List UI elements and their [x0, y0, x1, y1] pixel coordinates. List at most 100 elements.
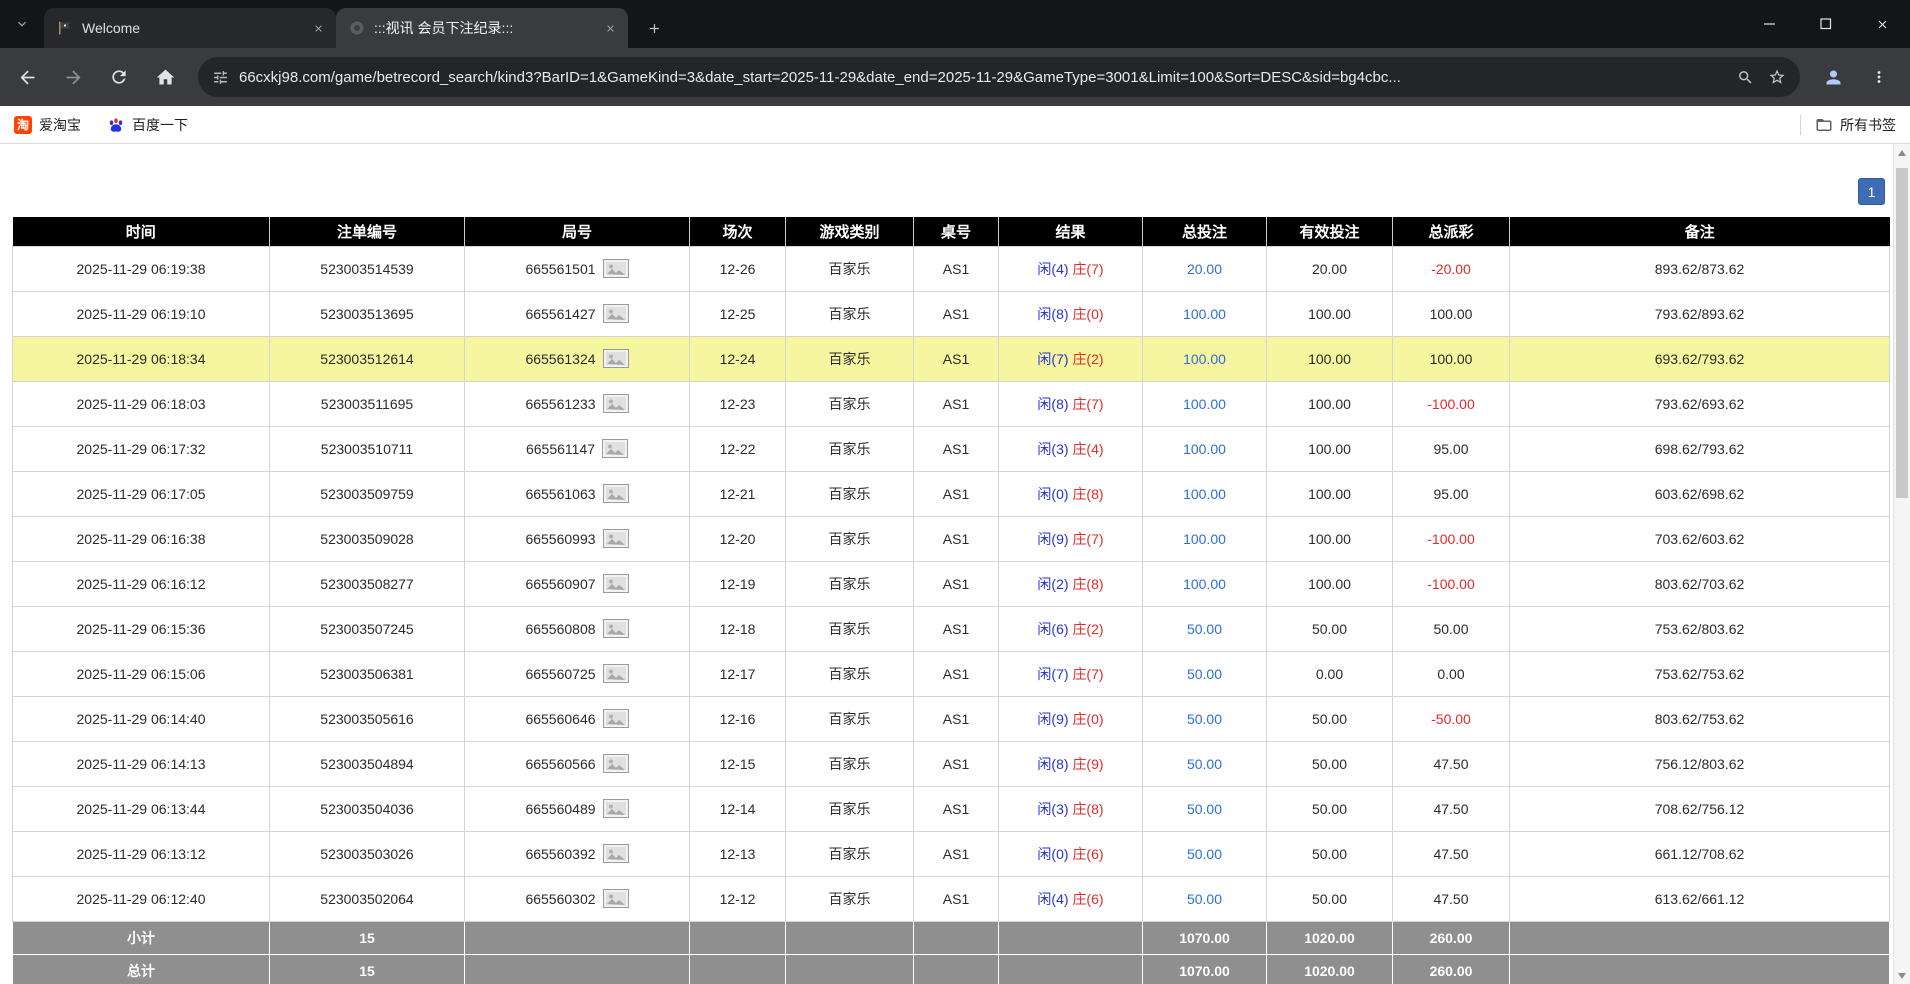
tab-close-icon[interactable] [308, 18, 328, 38]
refresh-icon[interactable] [98, 56, 140, 98]
cell-round: 665561233 [465, 381, 690, 426]
round-image-icon[interactable] [603, 484, 629, 503]
minimize-button[interactable] [1742, 0, 1798, 48]
total-bet-link[interactable]: 50.00 [1187, 846, 1222, 862]
total-bet-link[interactable]: 100.00 [1183, 531, 1226, 547]
cell-valid-bet: 50.00 [1267, 831, 1393, 876]
scroll-down-button[interactable] [1894, 967, 1910, 984]
cell-total-bet: 50.00 [1143, 606, 1267, 651]
cell-result: 闲(9) 庄(0) [999, 696, 1143, 741]
cell-time: 2025-11-29 06:16:12 [13, 561, 270, 606]
payout-value: 47.50 [1433, 846, 1468, 862]
cell-total-bet: 100.00 [1143, 426, 1267, 471]
round-image-icon[interactable] [603, 799, 629, 818]
cell-round: 665561501 [465, 246, 690, 291]
round-image-icon[interactable] [603, 259, 629, 278]
round-image-icon[interactable] [603, 754, 629, 773]
home-icon[interactable] [144, 56, 186, 98]
scroll-up-button[interactable] [1894, 144, 1910, 161]
cell-session: 12-22 [690, 426, 786, 471]
table-footer: 小计151070.001020.00260.00总计151070.001020.… [13, 921, 1890, 984]
cell-payout: 100.00 [1393, 336, 1510, 381]
total-bet-link[interactable]: 100.00 [1183, 306, 1226, 322]
round-image-icon[interactable] [603, 394, 629, 413]
result-player: 闲(8) [1037, 756, 1068, 772]
total-bet-link[interactable]: 20.00 [1187, 261, 1222, 277]
cell-table-no: AS1 [914, 606, 999, 651]
total-bet-link[interactable]: 100.00 [1183, 396, 1226, 412]
cell-remark: 793.62/693.62 [1510, 381, 1890, 426]
total-bet-link[interactable]: 50.00 [1187, 801, 1222, 817]
round-image-icon[interactable] [602, 439, 628, 458]
round-image-icon[interactable] [603, 304, 629, 323]
forward-icon[interactable] [52, 56, 94, 98]
cell-result: 闲(7) 庄(7) [999, 651, 1143, 696]
round-image-icon[interactable] [603, 349, 629, 368]
cell-round: 665560646 [465, 696, 690, 741]
total-bet-link[interactable]: 50.00 [1187, 666, 1222, 682]
result-banker: 庄(6) [1072, 891, 1103, 907]
total-bet-link[interactable]: 100.00 [1183, 486, 1226, 502]
cell-round: 665561147 [465, 426, 690, 471]
cell-total-bet: 20.00 [1143, 246, 1267, 291]
scrollbar-thumb[interactable] [1896, 168, 1908, 498]
tab-close-icon[interactable] [600, 18, 620, 38]
cell-total-bet: 50.00 [1143, 651, 1267, 696]
total-bet-link[interactable]: 50.00 [1187, 756, 1222, 772]
table-row: 2025-11-29 06:12:40523003502064665560302… [13, 876, 1890, 921]
total-bet-link[interactable]: 100.00 [1183, 441, 1226, 457]
cell-result: 闲(6) 庄(2) [999, 606, 1143, 651]
vertical-scrollbar[interactable] [1893, 144, 1910, 984]
tab-welcome[interactable]: Welcome [44, 8, 336, 48]
bookmark-baidu[interactable]: 百度一下 [107, 115, 188, 135]
cell-bet-id: 523003506381 [270, 651, 465, 696]
navigation-toolbar: 66cxkj98.com/game/betrecord_search/kind3… [0, 48, 1910, 106]
table-row: 2025-11-29 06:16:12523003508277665560907… [13, 561, 1890, 606]
browser-window: Welcome :::视讯 会员下注纪录::: [0, 0, 1910, 984]
round-image-icon[interactable] [603, 529, 629, 548]
column-header: 备注 [1510, 217, 1890, 246]
round-image-icon[interactable] [603, 889, 629, 908]
site-info-icon[interactable] [212, 69, 229, 86]
cell-result: 闲(3) 庄(8) [999, 786, 1143, 831]
address-bar[interactable]: 66cxkj98.com/game/betrecord_search/kind3… [198, 57, 1800, 97]
chevron-down-icon[interactable] [0, 0, 44, 48]
total-bet-link[interactable]: 100.00 [1183, 576, 1226, 592]
round-image-icon[interactable] [603, 844, 629, 863]
payout-value: 47.50 [1433, 756, 1468, 772]
cell-table-no: AS1 [914, 291, 999, 336]
cell-game-type: 百家乐 [786, 336, 914, 381]
profile-icon[interactable] [1812, 56, 1854, 98]
total-bet-link[interactable]: 50.00 [1187, 891, 1222, 907]
cell-valid-bet: 50.00 [1267, 786, 1393, 831]
tab-betrecord[interactable]: :::视讯 会员下注纪录::: [336, 8, 628, 48]
total-bet-link[interactable]: 100.00 [1183, 351, 1226, 367]
cell-payout: 95.00 [1393, 426, 1510, 471]
cell-total-bet: 100.00 [1143, 516, 1267, 561]
cell-time: 2025-11-29 06:17:32 [13, 426, 270, 471]
bookmark-taobao[interactable]: 淘 爱淘宝 [14, 115, 81, 135]
round-image-icon[interactable] [603, 574, 629, 593]
pagination-page-1[interactable]: 1 [1858, 178, 1885, 205]
all-bookmarks-button[interactable]: 所有书签 [1815, 115, 1896, 135]
bookmark-star-icon[interactable] [1768, 68, 1786, 86]
cell-table-no: AS1 [914, 651, 999, 696]
round-image-icon[interactable] [603, 709, 629, 728]
result-player: 闲(3) [1037, 441, 1068, 457]
cell-payout: -20.00 [1393, 246, 1510, 291]
new-tab-button[interactable] [634, 8, 674, 48]
maximize-button[interactable] [1798, 0, 1854, 48]
total-bet-link[interactable]: 50.00 [1187, 621, 1222, 637]
round-image-icon[interactable] [603, 619, 629, 638]
cell-payout: 47.50 [1393, 831, 1510, 876]
total-bet-link[interactable]: 50.00 [1187, 711, 1222, 727]
zoom-icon[interactable] [1737, 69, 1754, 86]
footer-payout: 260.00 [1393, 954, 1510, 984]
cell-round: 665560302 [465, 876, 690, 921]
close-button[interactable] [1854, 0, 1910, 48]
cell-session: 12-26 [690, 246, 786, 291]
round-image-icon[interactable] [603, 664, 629, 683]
menu-icon[interactable] [1858, 56, 1900, 98]
cell-valid-bet: 100.00 [1267, 381, 1393, 426]
back-icon[interactable] [6, 56, 48, 98]
